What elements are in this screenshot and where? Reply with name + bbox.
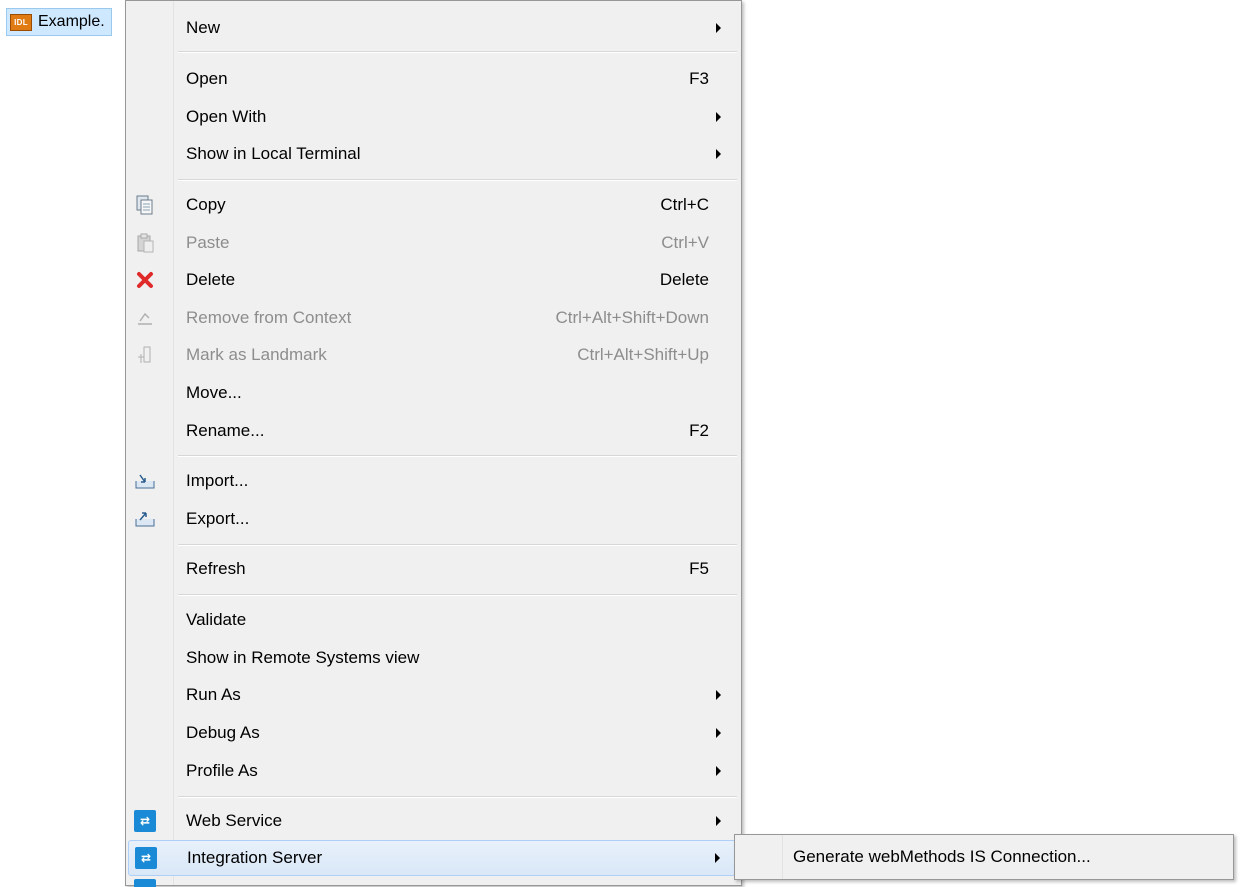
submenu-arrow-icon bbox=[716, 690, 721, 700]
submenu-arrow-icon bbox=[716, 149, 721, 159]
menu-item-integration-server[interactable]: ⇄ Integration Server bbox=[128, 840, 739, 876]
landmark-icon bbox=[134, 344, 156, 366]
menu-item-shortcut: F3 bbox=[689, 69, 709, 88]
menu-separator bbox=[178, 796, 737, 798]
menu-separator bbox=[178, 51, 737, 53]
menu-item-shortcut: F5 bbox=[689, 559, 709, 578]
menu-item-label: Show in Remote Systems view bbox=[186, 648, 420, 667]
menu-item-open[interactable]: Open F3 bbox=[128, 61, 739, 97]
remove-context-icon bbox=[134, 307, 156, 329]
submenu-arrow-icon bbox=[715, 853, 720, 863]
menu-item-label: Run As bbox=[186, 685, 241, 704]
menu-item-label: Paste bbox=[186, 233, 230, 252]
menu-item-label: Open With bbox=[186, 107, 267, 126]
submenu-item-label: Generate webMethods IS Connection... bbox=[793, 847, 1091, 866]
menu-item-export[interactable]: Export... bbox=[128, 501, 739, 537]
menu-item-profile-as[interactable]: Profile As bbox=[128, 753, 739, 789]
export-icon bbox=[134, 508, 156, 530]
menu-item-label: Remove from Context bbox=[186, 308, 352, 327]
submenu-arrow-icon bbox=[716, 728, 721, 738]
idl-file-icon: IDL bbox=[10, 13, 32, 31]
menu-item-label: Profile As bbox=[186, 761, 258, 780]
menu-item-label: Validate bbox=[186, 610, 247, 629]
menu-item-label: Copy bbox=[186, 195, 226, 214]
file-name: Example. bbox=[38, 13, 105, 30]
menu-item-rename[interactable]: Rename... F2 bbox=[128, 413, 739, 449]
menu-item-generate-webmethods-is-connection[interactable]: Generate webMethods IS Connection... bbox=[793, 835, 1091, 879]
menu-item-label: Refresh bbox=[186, 559, 246, 578]
menu-item-label: Export... bbox=[186, 509, 250, 528]
paste-icon bbox=[134, 232, 156, 254]
menu-item-label: Integration Server bbox=[187, 848, 323, 867]
menu-separator bbox=[178, 544, 737, 546]
menu-item-label: Rename... bbox=[186, 421, 265, 440]
submenu-arrow-icon bbox=[716, 816, 721, 826]
menu-item-shortcut: Ctrl+C bbox=[660, 195, 709, 214]
menu-item-label: Import... bbox=[186, 471, 249, 490]
menu-item-import[interactable]: Import... bbox=[128, 463, 739, 499]
web-service-icon: ⇄ bbox=[134, 810, 156, 832]
menu-item-label: Show in Local Terminal bbox=[186, 144, 361, 163]
menu-item-label: Open bbox=[186, 69, 228, 88]
context-menu: New Open F3 Open With Show in Local Term… bbox=[125, 0, 742, 887]
menu-item-copy[interactable]: Copy Ctrl+C bbox=[128, 187, 739, 223]
menu-item-debug-as[interactable]: Debug As bbox=[128, 715, 739, 751]
copy-icon bbox=[134, 194, 156, 216]
selected-file-item[interactable]: IDL Example. bbox=[6, 8, 112, 36]
menu-item-show-in-remote-systems-view[interactable]: Show in Remote Systems view bbox=[128, 640, 739, 676]
menu-item-remove-from-context[interactable]: Remove from Context Ctrl+Alt+Shift+Down bbox=[128, 300, 739, 336]
submenu-icon-gutter bbox=[735, 835, 783, 879]
menu-separator bbox=[178, 594, 737, 596]
integration-server-icon: ⇄ bbox=[135, 847, 157, 869]
menu-item-mark-as-landmark[interactable]: Mark as Landmark Ctrl+Alt+Shift+Up bbox=[128, 337, 739, 373]
menu-item-run-as[interactable]: Run As bbox=[128, 677, 739, 713]
submenu-arrow-icon bbox=[716, 112, 721, 122]
menu-item-shortcut: Ctrl+Alt+Shift+Up bbox=[577, 345, 709, 364]
menu-item-label: Move... bbox=[186, 383, 242, 402]
menu-item-new[interactable]: New bbox=[128, 10, 739, 46]
menu-item-label: Mark as Landmark bbox=[186, 345, 327, 364]
menu-item-move[interactable]: Move... bbox=[128, 375, 739, 411]
integration-server-submenu: Generate webMethods IS Connection... bbox=[734, 834, 1234, 880]
menu-item-label: Debug As bbox=[186, 723, 260, 742]
delete-icon bbox=[134, 269, 156, 291]
submenu-arrow-icon bbox=[716, 766, 721, 776]
menu-item-delete[interactable]: Delete Delete bbox=[128, 262, 739, 298]
menu-item-label: Web Service bbox=[186, 811, 283, 830]
menu-item-shortcut: Ctrl+Alt+Shift+Down bbox=[555, 308, 709, 327]
menu-separator bbox=[178, 455, 737, 457]
import-icon bbox=[134, 470, 156, 492]
menu-item-paste[interactable]: Paste Ctrl+V bbox=[128, 225, 739, 261]
menu-item-shortcut: Ctrl+V bbox=[661, 233, 709, 252]
menu-item-open-with[interactable]: Open With bbox=[128, 99, 739, 135]
submenu-arrow-icon bbox=[716, 23, 721, 33]
menu-item-label: Delete bbox=[186, 270, 236, 289]
menu-item-refresh[interactable]: Refresh F5 bbox=[128, 551, 739, 587]
menu-item-shortcut: F2 bbox=[689, 421, 709, 440]
menu-separator bbox=[178, 179, 737, 181]
menu-item-web-service[interactable]: ⇄ Web Service bbox=[128, 803, 739, 839]
menu-item-label: New bbox=[186, 18, 221, 37]
menu-item-shortcut: Delete bbox=[659, 270, 709, 289]
menu-item-show-in-local-terminal[interactable]: Show in Local Terminal bbox=[128, 136, 739, 172]
menu-item-validate[interactable]: Validate bbox=[128, 602, 739, 638]
